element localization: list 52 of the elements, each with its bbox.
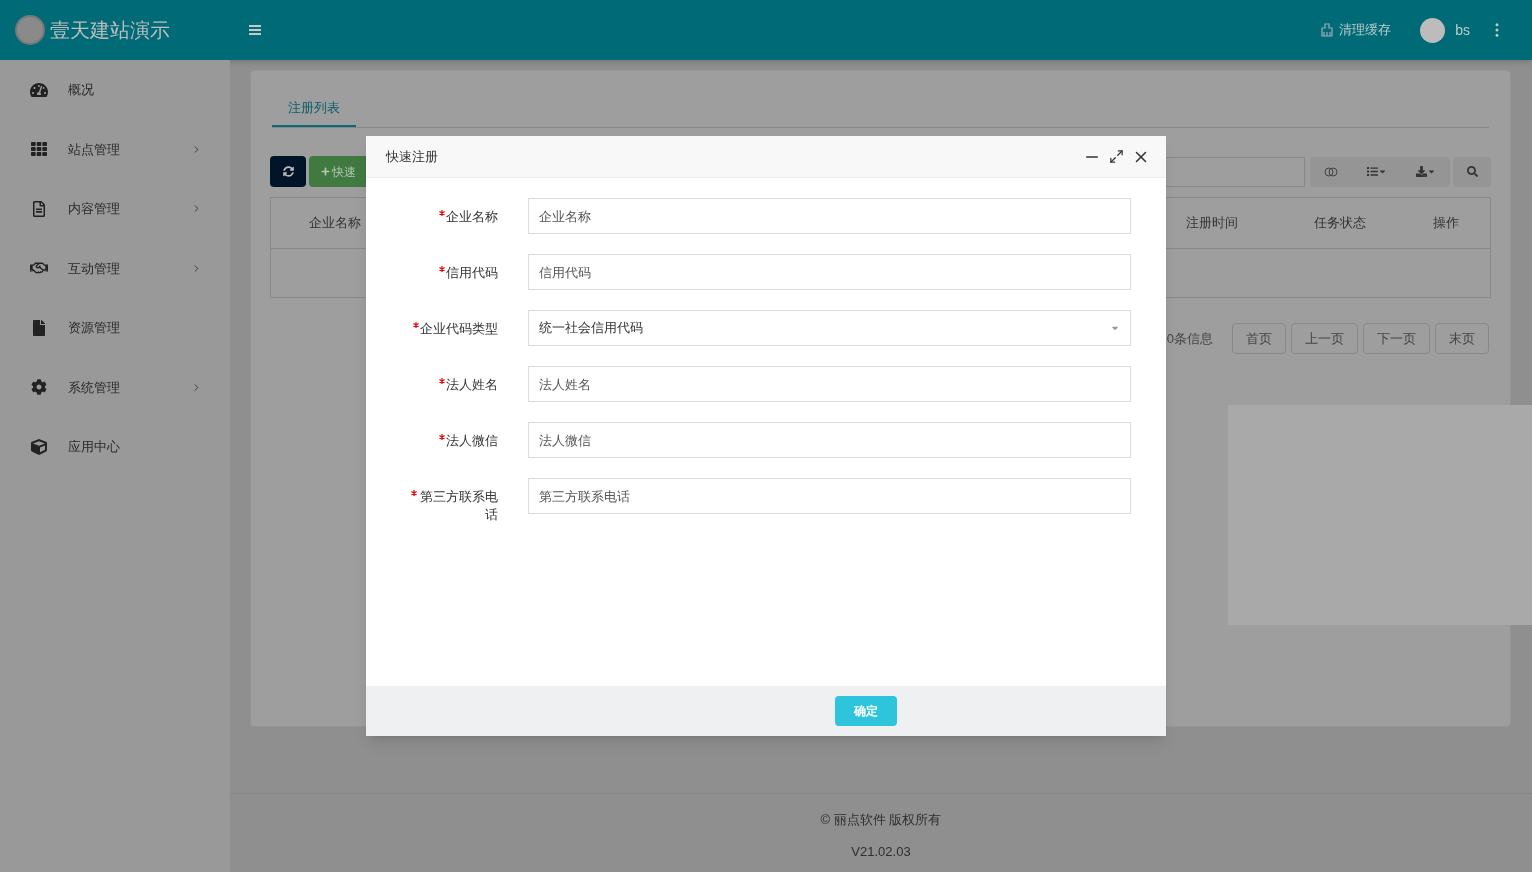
sidebar-item[interactable]: 概况	[0, 60, 230, 120]
columns-icon[interactable]	[1367, 166, 1387, 177]
field-label: 信用代码	[446, 264, 498, 282]
settings-icon	[30, 379, 48, 396]
column-header: 企业名称	[308, 214, 362, 233]
page-button[interactable]: 末页	[1435, 323, 1489, 354]
file-icon	[30, 319, 48, 336]
copyright-text: © 丽点软件 版权所有	[820, 811, 942, 829]
input-field[interactable]: 第三方联系电话	[528, 478, 1131, 514]
refresh-icon	[282, 166, 294, 177]
select-field[interactable]: 统一社会信用代码	[528, 310, 1131, 346]
sidebar-item[interactable]: 应用中心	[0, 417, 230, 477]
input-field[interactable]: 法人微信	[528, 422, 1131, 458]
input-field[interactable]: 法人姓名	[528, 366, 1131, 402]
sidebar-item[interactable]: 站点管理	[0, 119, 230, 179]
dialog-title: 快速注册	[386, 147, 438, 166]
user-name[interactable]: bs	[1455, 19, 1470, 41]
cube-icon	[30, 438, 48, 455]
search-button[interactable]	[1453, 156, 1491, 187]
column-header: 注册时间	[1185, 214, 1239, 233]
field-label: 法人微信	[446, 432, 498, 450]
avatar[interactable]	[1420, 17, 1446, 43]
menu-icon[interactable]	[249, 25, 261, 35]
maximize-icon[interactable]	[1109, 149, 1124, 164]
document-icon	[30, 200, 48, 217]
input-field[interactable]: 企业名称	[528, 198, 1131, 234]
search-icon	[1466, 166, 1478, 177]
plus-icon	[321, 167, 330, 176]
clear-cache-button[interactable]: 清理缓存	[1339, 20, 1392, 40]
sidebar-item[interactable]: 资源管理	[0, 298, 230, 358]
sidebar-item[interactable]: 互动管理	[0, 238, 230, 298]
sidebar-item[interactable]: 内容管理	[0, 179, 230, 239]
version-text: V21.02.03	[851, 842, 911, 861]
logo-icon	[15, 15, 45, 45]
grid-icon	[30, 141, 48, 158]
field-label: 企业代码类型	[420, 320, 498, 338]
site-title: 壹天建站演示	[50, 18, 170, 43]
confirm-button[interactable]: 确定	[835, 696, 897, 726]
input-field[interactable]: 信用代码	[528, 254, 1131, 290]
field-label: 第三方联系电话	[419, 488, 498, 524]
refresh-button[interactable]	[270, 156, 306, 187]
column-header: 操作	[1432, 214, 1460, 233]
tab[interactable]: 注册列表	[272, 91, 356, 127]
pagination-info: 0条信息	[1166, 329, 1213, 348]
column-header: 任务状态	[1313, 214, 1367, 233]
download-icon[interactable]	[1415, 166, 1436, 177]
toggle-icon[interactable]	[1324, 166, 1339, 177]
gauge-icon	[30, 81, 48, 98]
field-label: 企业名称	[446, 208, 498, 226]
page-button[interactable]: 首页	[1232, 323, 1286, 354]
field-label: 法人姓名	[446, 376, 498, 394]
sidebar-item[interactable]: 系统管理	[0, 357, 230, 417]
